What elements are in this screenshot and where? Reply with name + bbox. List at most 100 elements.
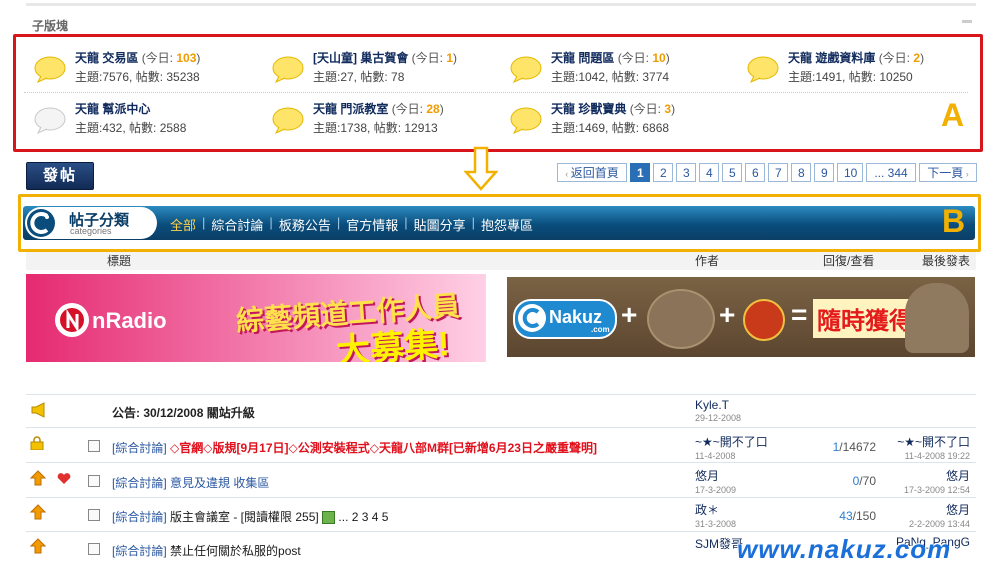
plus-sign-2: + bbox=[719, 299, 736, 330]
announcement-title[interactable]: 公告: 30/12/2008 關站升級 bbox=[112, 404, 255, 421]
row-divider bbox=[26, 427, 976, 428]
row-divider bbox=[26, 394, 976, 395]
nakuz-banner[interactable]: Nakuz .com + + = 隨時獲得 bbox=[507, 277, 975, 357]
category-link[interactable]: 抱怨專區 bbox=[481, 215, 533, 234]
subforum-item[interactable]: 天龍 珍獸寶典 (今日: 3) 主題:1469, 帖數: 6868 bbox=[506, 100, 726, 140]
page-link[interactable]: 4 bbox=[699, 163, 719, 182]
nradio-banner[interactable]: nRadio 綜藝頻道工作人員 大募集! bbox=[26, 274, 486, 362]
last-post[interactable]: ~★~開不了口 11-4-2008 19:22 bbox=[880, 433, 970, 461]
page-link[interactable]: 1 bbox=[630, 163, 650, 182]
category-label: 帖子分類 categories bbox=[25, 207, 157, 239]
page-link[interactable]: ... 344 bbox=[866, 163, 916, 182]
category-link[interactable]: 官方情報 bbox=[346, 215, 398, 234]
thread-author[interactable]: 悠月 17-3-2009 bbox=[695, 467, 736, 495]
page-link[interactable]: 2 bbox=[653, 163, 673, 182]
thread-reply-count: 43/150 bbox=[839, 509, 876, 523]
page-link[interactable]: 5 bbox=[722, 163, 742, 182]
thread-author[interactable]: 政＊ 31-3-2008 bbox=[695, 501, 736, 529]
page-link[interactable]: 10 bbox=[837, 163, 863, 182]
speech-bubble-icon bbox=[747, 56, 779, 83]
down-arrow-icon bbox=[463, 146, 499, 195]
page-link[interactable]: 8 bbox=[791, 163, 811, 182]
thread-title[interactable]: [綜合討論] 版主會議室 - [閱讀權限 255] ... 2 3 4 5 bbox=[112, 508, 388, 525]
subforum-name[interactable]: 天龍 問題區 (今日: 10) bbox=[551, 49, 670, 66]
subforum-name[interactable]: 天龍 交易區 (今日: 103) bbox=[75, 49, 200, 66]
marker-a: A bbox=[941, 97, 965, 133]
attachment-icon bbox=[322, 511, 336, 525]
nakuz-logo: Nakuz .com bbox=[513, 299, 617, 339]
thread-checkbox[interactable] bbox=[88, 440, 100, 452]
watermark: www.nakuz.com bbox=[737, 534, 952, 564]
last-post[interactable]: 悠月 17-3-2009 12:54 bbox=[880, 467, 970, 495]
divider bbox=[24, 92, 968, 93]
thread-title[interactable]: [綜合討論] ◇官網◇版規[9月17日]◇公測安裝程式◇天龍八部M群[已新增6月… bbox=[112, 439, 597, 456]
subforum-item[interactable]: 天龍 門派教室 (今日: 28) 主題:1738, 帖數: 12913 bbox=[268, 100, 488, 140]
subforum-stats: 主題:1491, 帖數: 10250 bbox=[788, 70, 913, 84]
thread-title[interactable]: [綜合討論] 意見及違規 收集區 bbox=[112, 474, 269, 491]
category-links: 全部 | 綜合討論 | 板務公告 | 官方情報 | 貼圖分享 | 抱怨專區 bbox=[170, 215, 533, 234]
back-home-link[interactable]: ‹ 返回首頁 bbox=[557, 163, 627, 182]
speech-bubble-icon bbox=[272, 107, 304, 134]
next-page-link[interactable]: 下一頁 › bbox=[919, 163, 977, 182]
calligraphy-emblem bbox=[647, 289, 715, 349]
thread-checkbox[interactable] bbox=[88, 475, 100, 487]
thread-author[interactable]: Kyle.T 29-12-2008 bbox=[695, 398, 741, 423]
category-link[interactable]: 貼圖分享 bbox=[414, 215, 466, 234]
separator: | bbox=[336, 215, 341, 230]
subforum-stats: 主題:1738, 帖數: 12913 bbox=[313, 121, 438, 135]
nakuz-brand-sub: .com bbox=[591, 325, 610, 334]
thread-author[interactable]: ~★~開不了口 11-4-2008 bbox=[695, 433, 768, 461]
speech-bubble-icon bbox=[510, 56, 542, 83]
separator: | bbox=[269, 215, 273, 230]
subforum-name[interactable]: 天龍 門派教室 (今日: 28) bbox=[313, 100, 444, 117]
separator: | bbox=[404, 215, 408, 230]
page-link[interactable]: 9 bbox=[814, 163, 834, 182]
thread-pages[interactable]: ... 2 3 4 5 bbox=[338, 510, 388, 524]
subforum-name[interactable]: 天龍 珍獸寶典 (今日: 3) bbox=[551, 100, 675, 117]
megaphone-icon bbox=[31, 402, 45, 418]
subforum-stats: 主題:27, 帖數: 78 bbox=[313, 70, 405, 84]
subforum-name[interactable]: 天龍 遊戲資料庫 (今日: 2) bbox=[788, 49, 924, 66]
subforum-stats: 主題:1042, 帖數: 3774 bbox=[551, 70, 670, 84]
column-replies: 回復/查看 bbox=[823, 254, 875, 268]
speech-bubble-icon bbox=[34, 56, 66, 83]
separator: | bbox=[471, 215, 476, 230]
pinned-up-arrow-icon bbox=[30, 538, 46, 554]
anniversary-emblem bbox=[743, 299, 785, 341]
thread-reply-count: 0/70 bbox=[852, 474, 876, 488]
category-link[interactable]: 板務公告 bbox=[279, 215, 331, 234]
subforum-name[interactable]: 天龍 幫派中心 bbox=[75, 100, 150, 117]
subforum-item[interactable]: 天龍 遊戲資料庫 (今日: 2) 主題:1491, 帖數: 10250 bbox=[743, 49, 963, 89]
subforum-item[interactable]: 天龍 幫派中心 主題:432, 帖數: 2588 bbox=[30, 100, 250, 140]
column-author: 作者 bbox=[695, 254, 720, 268]
thread-author[interactable]: SJM發哥 bbox=[695, 535, 743, 552]
subforum-stats: 主題:7576, 帖數: 35238 bbox=[75, 70, 200, 84]
last-post[interactable]: 悠月 2-2-2009 13:44 bbox=[880, 501, 970, 529]
thread-checkbox[interactable] bbox=[88, 509, 100, 521]
subforum-item[interactable]: 天龍 交易區 (今日: 103) 主題:7576, 帖數: 35238 bbox=[30, 49, 250, 89]
subforum-item[interactable]: 天龍 問題區 (今日: 10) 主題:1042, 帖數: 3774 bbox=[506, 49, 726, 89]
page-link[interactable]: 6 bbox=[745, 163, 765, 182]
category-subtitle: categories bbox=[70, 226, 112, 236]
slogan: 隨時獲得 bbox=[813, 299, 917, 338]
pagination: ‹ 返回首頁 1 2 3 4 5 6 7 8 9 10... 344 下一頁 › bbox=[557, 163, 980, 183]
speech-bubble-icon bbox=[34, 107, 66, 134]
pinned-up-arrow-icon bbox=[30, 470, 46, 486]
row-divider bbox=[26, 462, 976, 463]
nradio-logo-icon bbox=[55, 303, 89, 337]
page-link[interactable]: 7 bbox=[768, 163, 788, 182]
lock-icon bbox=[30, 436, 44, 450]
thread-title[interactable]: [綜合討論] 禁止任何關於私服的post bbox=[112, 542, 301, 559]
subforum-stats: 主題:432, 帖數: 2588 bbox=[75, 121, 187, 135]
collapse-icon[interactable] bbox=[962, 20, 972, 23]
post-button[interactable]: 發帖 bbox=[26, 162, 94, 190]
category-link[interactable]: 全部 bbox=[170, 215, 196, 234]
page-link[interactable]: 3 bbox=[676, 163, 696, 182]
category-link[interactable]: 綜合討論 bbox=[211, 215, 263, 234]
donkey-mascot bbox=[905, 283, 969, 353]
category-bar: 帖子分類 categories 全部 | 綜合討論 | 板務公告 | 官方情報 | 貼圖分享 | 抱… bbox=[23, 206, 975, 240]
subforum-item[interactable]: [天山童] 巢古賀會 (今日: 1) 主題:27, 帖數: 78 bbox=[268, 49, 488, 89]
thread-checkbox[interactable] bbox=[88, 543, 100, 555]
subforum-name[interactable]: [天山童] 巢古賀會 (今日: 1) bbox=[313, 49, 457, 66]
subforum-stats: 主題:1469, 帖數: 6868 bbox=[551, 121, 670, 135]
